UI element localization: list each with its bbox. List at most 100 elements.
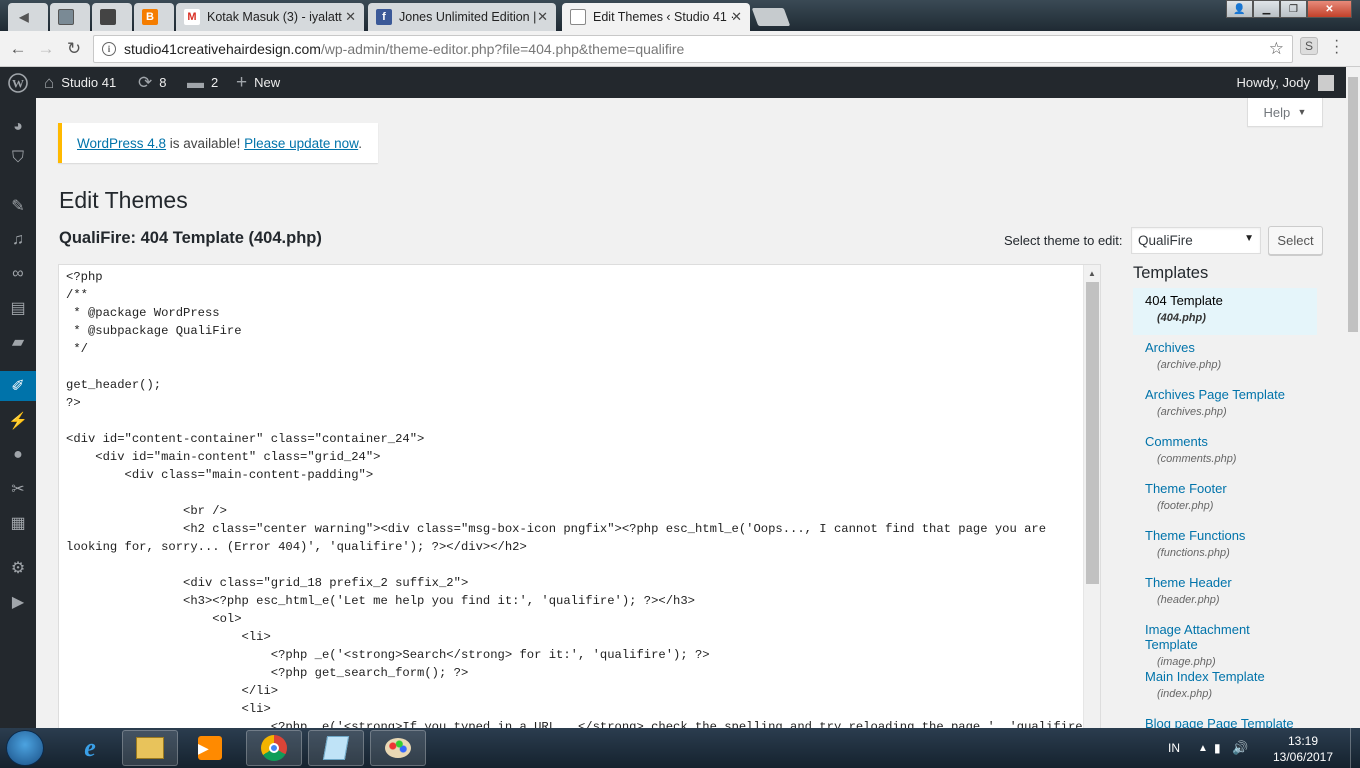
links-icon[interactable]: ∞ [0,259,36,289]
minimize-button[interactable]: ▁ [1253,0,1280,18]
url-path: /wp-admin/theme-editor.php?file=404.php&… [320,41,685,57]
theme-select[interactable]: QualiFire ▼ [1131,227,1261,254]
close-tab-icon[interactable]: ✕ [345,9,356,25]
wordpress-version-link[interactable]: WordPress 4.8 [77,136,166,151]
code-line: <?php [66,270,103,284]
template-item[interactable]: Theme Header (header.php) [1133,570,1317,617]
notice-end: . [358,135,362,151]
ie-icon[interactable]: e [62,730,118,766]
explorer-icon[interactable] [122,730,178,766]
browser-tab[interactable]: ◀ [8,3,48,31]
theme-select-value: QualiFire [1138,233,1193,248]
shield-icon[interactable]: ⛉ [0,143,36,173]
page-scrollbar[interactable] [1346,67,1360,728]
site-name-link[interactable]: ⌂ Studio 41 [44,67,116,98]
pages-icon[interactable]: ▤ [0,293,36,323]
editor-scrollbar[interactable]: ▲ [1083,265,1100,733]
code-editor[interactable]: <?php /** * @package WordPress * @subpack… [58,264,1101,734]
profile-icon[interactable]: 👤 [1226,0,1253,18]
code-textarea[interactable]: <?php /** * @package WordPress * @subpack… [66,268,1090,733]
template-link[interactable]: Theme Header [1145,575,1305,590]
close-tab-icon[interactable]: ✕ [731,9,742,25]
comments-icon[interactable]: ▰ [0,327,36,357]
browser-tab-edit-themes[interactable]: Edit Themes ‹ Studio 41 · ✕ [562,3,750,31]
extension-button[interactable]: S [1300,37,1318,55]
select-theme-button[interactable]: Select [1268,226,1323,255]
template-item[interactable]: Theme Functions (functions.php) [1133,523,1317,570]
comments-link[interactable]: ▬ 2 [187,67,218,98]
browser-toolbar: ← → ↻ i studio41creativehairdesign.com/w… [0,31,1360,67]
address-bar[interactable]: i studio41creativehairdesign.com/wp-admi… [93,35,1293,63]
media-icon[interactable]: ♫ [0,225,36,255]
template-link[interactable]: Theme Footer [1145,481,1305,496]
template-link[interactable]: Main Index Template [1145,669,1305,684]
browser-tab[interactable] [92,3,132,31]
template-item[interactable]: Image Attachment Template (image.php) [1133,617,1317,668]
chrome-icon[interactable] [246,730,302,766]
language-indicator[interactable]: IN [1168,728,1180,768]
template-item[interactable]: Archives (archive.php) [1133,335,1317,382]
whatsapp-icon [58,9,74,25]
new-tab-button[interactable] [751,8,791,26]
paint-icon[interactable] [370,730,426,766]
my-account-link[interactable]: Howdy, Jody [1237,67,1334,98]
browser-tab[interactable]: B [134,3,174,31]
help-button[interactable]: Help ▼ [1247,98,1323,127]
template-link[interactable]: Comments [1145,434,1305,449]
media-player-icon[interactable]: ▶ [182,730,238,766]
code-line: looking for, sorry... (Error 404)', 'qua… [66,540,527,554]
template-item[interactable]: Comments (comments.php) [1133,429,1317,476]
bookmark-star-icon[interactable]: ☆ [1269,39,1284,59]
back-button[interactable]: ← [7,38,29,60]
code-line: <h3><?php esc_html_e('Let me help you fi… [66,594,695,608]
start-button[interactable] [6,730,44,766]
scroll-up-icon[interactable]: ▲ [1088,269,1096,278]
template-item[interactable]: Archives Page Template (archives.php) [1133,382,1317,429]
window-controls: 👤 ▁ ❐ ✕ [1226,0,1352,18]
pin-icon[interactable]: ✎ [0,191,36,221]
forward-button[interactable]: → [35,38,57,60]
page-scroll-thumb[interactable] [1348,77,1358,332]
browser-tab[interactable] [50,3,90,31]
template-link[interactable]: Archives [1145,340,1305,355]
grid-icon[interactable]: ▦ [0,508,36,538]
show-desktop-button[interactable] [1350,728,1360,768]
browser-menu-icon[interactable]: · · · [1334,33,1340,61]
notepad-icon[interactable] [308,730,364,766]
browser-tab-facebook[interactable]: f Jones Unlimited Edition | ✕ [368,3,556,31]
users-icon[interactable]: ● [0,440,36,470]
template-link[interactable]: Archives Page Template [1145,387,1305,402]
tools-icon[interactable]: ✂ [0,474,36,504]
new-content-link[interactable]: + New [236,67,280,98]
template-item[interactable]: Main Index Template (index.php) [1133,664,1317,711]
settings-icon[interactable]: ⚙ [0,553,36,583]
template-item[interactable]: 404 Template (404.php) [1133,288,1317,335]
template-link[interactable]: Image Attachment Template [1145,622,1305,652]
template-link[interactable]: Theme Functions [1145,528,1305,543]
play-icon[interactable]: ▶ [0,587,36,617]
tray-arrow-icon[interactable]: ▲ [1198,728,1208,768]
reload-button[interactable]: ↻ [63,38,85,60]
editor-scroll-thumb[interactable] [1086,282,1099,584]
close-tab-icon[interactable]: ✕ [537,9,548,25]
browser-tab-gmail[interactable]: M Kotak Masuk (3) - iyalatt ✕ [176,3,364,31]
appearance-icon[interactable]: ✐ [0,371,36,401]
template-item[interactable]: Theme Footer (footer.php) [1133,476,1317,523]
template-filename: (functions.php) [1157,547,1230,559]
wordpress-logo-icon: W [8,72,28,93]
update-now-link[interactable]: Please update now [244,136,358,151]
template-link[interactable]: 404 Template [1145,293,1305,308]
info-icon[interactable]: i [102,42,116,56]
plugins-icon[interactable]: ⚡ [0,406,36,436]
close-window-button[interactable]: ✕ [1307,0,1352,18]
maximize-button[interactable]: ❐ [1280,0,1307,18]
network-icon[interactable]: ▮ [1214,728,1221,768]
dashboard-icon[interactable]: ◕ [0,112,36,142]
updates-link[interactable]: ⟳ 8 [138,67,166,98]
volume-icon[interactable]: 🔊 [1232,728,1248,768]
comment-bubble-icon: ▬ [187,72,204,92]
system-clock[interactable]: 13:19 13/06/2017 [1268,733,1338,765]
wp-logo-button[interactable]: W [8,67,28,98]
